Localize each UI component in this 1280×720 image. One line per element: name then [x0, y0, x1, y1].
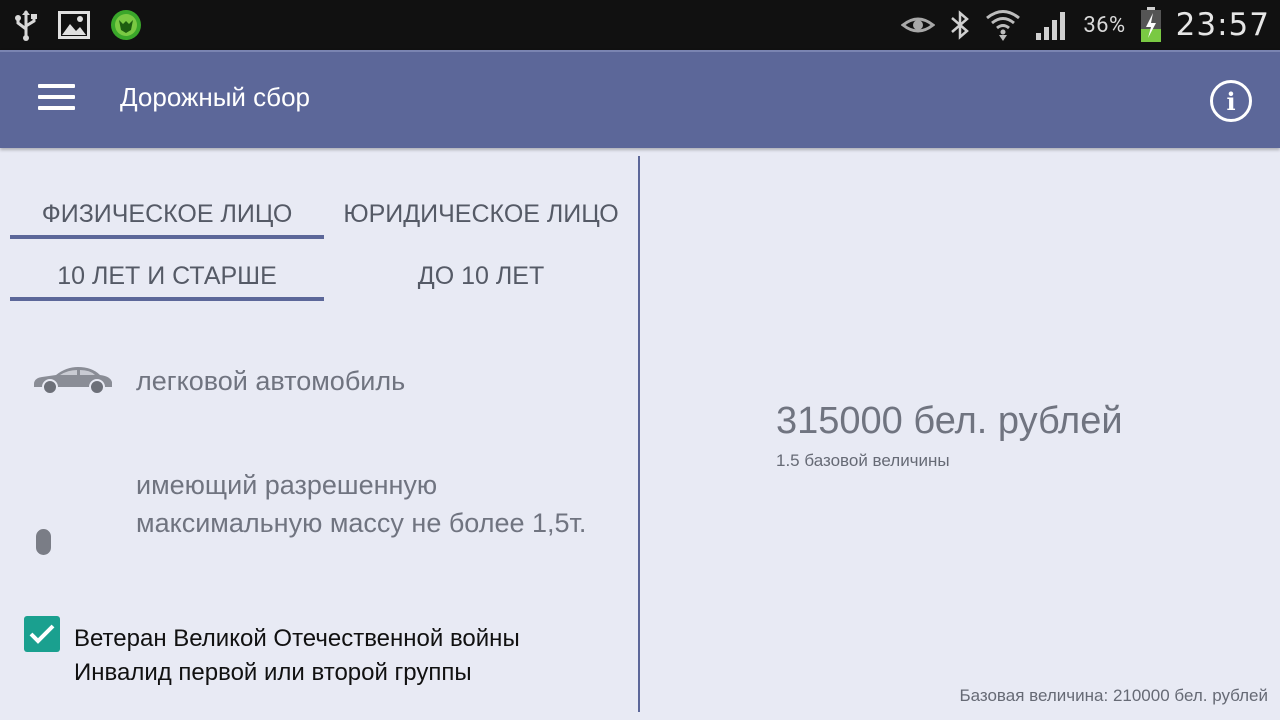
tab-individual[interactable]: ФИЗИЧЕСКОЕ ЛИЦО	[10, 200, 324, 239]
bluetooth-icon	[949, 9, 971, 41]
vehicle-type-label[interactable]: легковой автомобиль	[136, 366, 405, 397]
clock: 23:57	[1175, 7, 1270, 43]
panel-divider	[638, 156, 640, 712]
wifi-icon	[985, 8, 1021, 42]
antivirus-icon	[110, 9, 142, 41]
info-icon[interactable]: i	[1210, 80, 1252, 122]
vehicle-type-selector[interactable]	[30, 362, 114, 400]
mass-category-label[interactable]: имеющий разрешенную максимальную массу н…	[136, 466, 626, 542]
hamburger-menu-icon[interactable]	[38, 82, 76, 112]
exemption-line-veteran: Ветеран Великой Отечественной войны	[74, 625, 520, 652]
tab-under-10-years[interactable]: ДО 10 ЛЕТ	[330, 262, 632, 291]
eye-icon	[901, 13, 936, 37]
battery-charging-icon	[1140, 7, 1162, 43]
base-value-footer: Базовая величина: 210000 бел. рублей	[959, 686, 1268, 705]
checkmark-icon	[29, 624, 55, 644]
mass-indicator-icon	[36, 529, 51, 555]
exemption-checkbox[interactable]	[24, 616, 60, 652]
image-icon	[58, 11, 90, 39]
status-bar: 36% 23:57	[0, 0, 1280, 50]
exemption-line-disability: Инвалид первой или второй группы	[74, 659, 472, 686]
signal-icon	[1035, 9, 1069, 41]
fee-amount: 315000 бел. рублей	[776, 400, 1123, 442]
car-icon	[30, 362, 114, 400]
page-title: Дорожный сбор	[120, 82, 310, 112]
fee-base-multiplier: 1.5 базовой величины	[776, 451, 950, 470]
tab-legal-entity[interactable]: ЮРИДИЧЕСКОЕ ЛИЦО	[330, 200, 632, 229]
app-bar: Дорожный сбор i	[0, 50, 1280, 148]
tab-10-years-and-older[interactable]: 10 ЛЕТ И СТАРШЕ	[10, 262, 324, 301]
exemption-label[interactable]: Ветеран Великой Отечественной войны Инва…	[74, 622, 520, 690]
usb-icon	[14, 9, 38, 41]
battery-percent: 36%	[1083, 12, 1126, 38]
